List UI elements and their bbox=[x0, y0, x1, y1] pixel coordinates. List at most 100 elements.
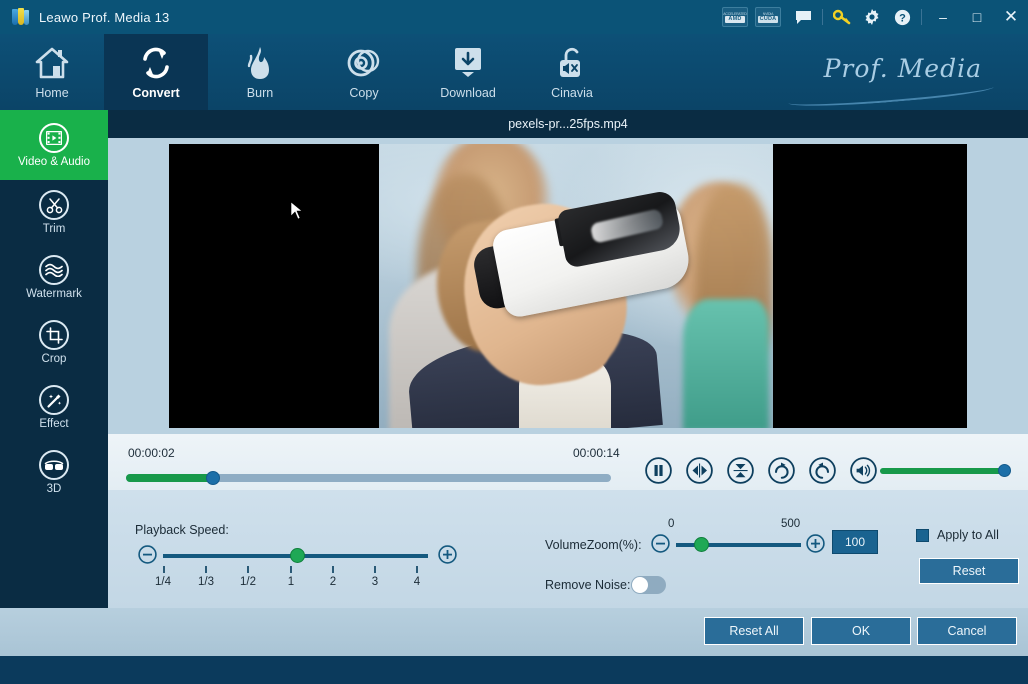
convert-icon bbox=[139, 45, 173, 81]
remove-noise-label: Remove Noise: bbox=[545, 578, 630, 592]
rotate-right-button[interactable] bbox=[767, 456, 795, 484]
sidebar-item-3d[interactable]: 3D bbox=[0, 440, 108, 505]
volume-zoom-max: 500 bbox=[781, 518, 800, 530]
speed-tick-label: 1 bbox=[288, 576, 294, 588]
file-name: pexels-pr...25fps.mp4 bbox=[508, 117, 628, 131]
flip-horizontal-button[interactable] bbox=[685, 456, 713, 484]
maximize-button[interactable]: □ bbox=[960, 0, 994, 34]
reset-button[interactable]: Reset bbox=[919, 558, 1019, 584]
close-button[interactable]: ✕ bbox=[994, 0, 1028, 34]
chat-icon[interactable] bbox=[788, 0, 818, 34]
brand-logo: Prof. Media bbox=[780, 40, 1000, 108]
nav-label: Copy bbox=[349, 86, 378, 100]
file-name-bar: pexels-pr...25fps.mp4 bbox=[108, 110, 1028, 138]
scissors-icon bbox=[39, 190, 69, 220]
speed-tick-label: 2 bbox=[330, 576, 336, 588]
home-icon bbox=[35, 45, 69, 81]
unlock-mute-icon bbox=[556, 45, 588, 81]
speed-tick-label: 4 bbox=[414, 576, 420, 588]
amd-badge[interactable]: ACCELERATED AMD bbox=[722, 7, 748, 27]
video-preview-area bbox=[108, 138, 1028, 434]
gear-icon[interactable] bbox=[857, 0, 887, 34]
brand-swoosh bbox=[788, 80, 994, 110]
playback-speed-label: Playback Speed: bbox=[135, 523, 229, 537]
volume-zoom-increase-button[interactable] bbox=[806, 534, 825, 558]
sidebar-item-trim[interactable]: Trim bbox=[0, 180, 108, 245]
title-bar: Leawo Prof. Media 13 ACCELERATED AMD NVI… bbox=[0, 0, 1028, 34]
sidebar-item-label: 3D bbox=[47, 483, 62, 495]
current-time: 00:00:02 bbox=[128, 446, 175, 460]
minimize-button[interactable]: – bbox=[926, 0, 960, 34]
speed-tick-label: 3 bbox=[372, 576, 378, 588]
sidebar-item-watermark[interactable]: Watermark bbox=[0, 245, 108, 310]
checkbox-box bbox=[916, 529, 929, 542]
sidebar-item-video-audio[interactable]: Video & Audio bbox=[0, 110, 108, 180]
volume-zoom-decrease-button[interactable] bbox=[651, 534, 670, 558]
crop-icon bbox=[39, 320, 69, 350]
speed-decrease-button[interactable] bbox=[138, 545, 157, 569]
ok-button[interactable]: OK bbox=[811, 617, 911, 645]
volume-fill bbox=[880, 468, 1002, 474]
volume-zoom-min: 0 bbox=[668, 518, 674, 530]
cancel-button[interactable]: Cancel bbox=[917, 617, 1017, 645]
bottom-bar: Reset All OK Cancel bbox=[0, 608, 1028, 656]
help-icon[interactable]: ? bbox=[887, 0, 917, 34]
apply-to-all-checkbox[interactable]: Apply to All bbox=[916, 528, 999, 542]
playback-speed-handle[interactable] bbox=[290, 548, 305, 563]
nav-item-cinavia[interactable]: Cinavia bbox=[520, 34, 624, 110]
nav-item-convert[interactable]: Convert bbox=[104, 34, 208, 110]
flip-vertical-button[interactable] bbox=[726, 456, 754, 484]
sidebar-item-label: Crop bbox=[42, 353, 67, 365]
rotate-left-button[interactable] bbox=[808, 456, 836, 484]
seek-slider[interactable] bbox=[126, 474, 611, 482]
seek-fill bbox=[126, 474, 214, 482]
remove-noise-toggle[interactable] bbox=[631, 576, 666, 594]
nav-item-download[interactable]: Download bbox=[416, 34, 520, 110]
volume-zoom-label: VolumeZoom(%): bbox=[545, 538, 642, 552]
waves-icon bbox=[39, 255, 69, 285]
nav-label: Cinavia bbox=[551, 86, 593, 100]
divider bbox=[822, 9, 823, 25]
volume-zoom-value[interactable]: 100 bbox=[832, 530, 878, 554]
film-play-icon bbox=[39, 123, 69, 153]
speed-tick-label: 1/2 bbox=[240, 576, 256, 588]
sidebar-item-crop[interactable]: Crop bbox=[0, 310, 108, 375]
nav-label: Burn bbox=[247, 86, 273, 100]
sidebar-item-label: Trim bbox=[43, 223, 66, 235]
magic-wand-icon bbox=[39, 385, 69, 415]
nav-label: Download bbox=[440, 86, 496, 100]
speed-tick-label: 1/3 bbox=[198, 576, 214, 588]
nav-item-burn[interactable]: Burn bbox=[208, 34, 312, 110]
sidebar-item-label: Effect bbox=[39, 418, 68, 430]
app-title: Leawo Prof. Media 13 bbox=[39, 10, 169, 25]
volume-button[interactable] bbox=[849, 456, 877, 484]
video-frame bbox=[379, 144, 773, 428]
speed-increase-button[interactable] bbox=[438, 545, 457, 569]
volume-zoom-handle[interactable] bbox=[694, 537, 709, 552]
nav-item-home[interactable]: Home bbox=[0, 34, 104, 110]
main-navigation: Home Convert Burn bbox=[0, 34, 1028, 110]
volume-handle[interactable] bbox=[998, 464, 1011, 477]
volume-slider[interactable] bbox=[880, 468, 1010, 474]
reset-all-button[interactable]: Reset All bbox=[704, 617, 804, 645]
svg-text:?: ? bbox=[899, 12, 906, 24]
sidebar-item-effect[interactable]: Effect bbox=[0, 375, 108, 440]
sidebar-item-label: Video & Audio bbox=[18, 156, 90, 168]
divider bbox=[921, 9, 922, 25]
video-stage[interactable] bbox=[169, 144, 967, 428]
sidebar-item-label: Watermark bbox=[26, 288, 82, 300]
cuda-badge[interactable]: NVIDIA CUDA bbox=[755, 7, 781, 27]
glasses-3d-icon bbox=[39, 450, 69, 480]
settings-panel: Playback Speed: 1/4 1/3 1/2 1 bbox=[108, 490, 1028, 608]
pause-button[interactable] bbox=[644, 456, 672, 484]
download-icon bbox=[452, 45, 484, 81]
total-time: 00:00:14 bbox=[573, 446, 620, 460]
nav-label: Convert bbox=[132, 86, 179, 100]
nav-item-copy[interactable]: Copy bbox=[312, 34, 416, 110]
flame-icon bbox=[245, 45, 275, 81]
mouse-cursor bbox=[291, 202, 303, 220]
nav-label: Home bbox=[35, 86, 68, 100]
key-icon[interactable] bbox=[827, 0, 857, 34]
seek-handle[interactable] bbox=[206, 471, 220, 485]
title-bar-controls: ACCELERATED AMD NVIDIA CUDA bbox=[722, 0, 1028, 34]
